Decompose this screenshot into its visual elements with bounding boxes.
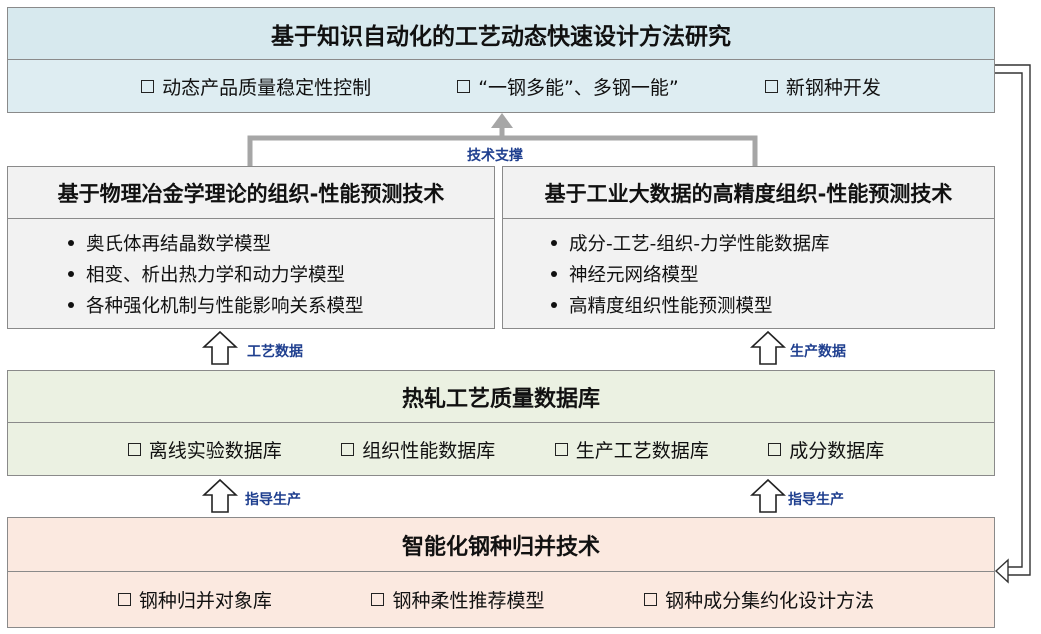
up-arrow-icon bbox=[201, 330, 239, 365]
feedback-arrow bbox=[994, 64, 1031, 584]
up-arrow-icon bbox=[201, 478, 239, 513]
connector-layer bbox=[201, 64, 1031, 584]
guide-production-label-left: 指导生产 bbox=[245, 492, 301, 508]
up-arrow-icon bbox=[749, 478, 787, 513]
production-data-label: 生产数据 bbox=[790, 344, 846, 360]
up-arrow-icon bbox=[749, 330, 787, 365]
process-data-label: 工艺数据 bbox=[247, 344, 303, 360]
support-label: 技术支撑 bbox=[467, 148, 523, 164]
guide-production-label-right: 指导生产 bbox=[788, 492, 844, 508]
